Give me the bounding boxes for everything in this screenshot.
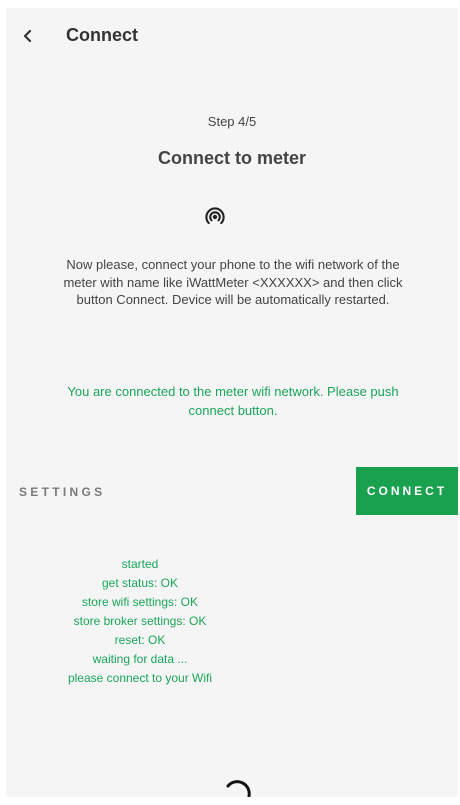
step-indicator: Step 4/5 [207,114,257,129]
log-line: started [121,557,159,571]
instructions-text: Now please, connect your phone to the wi… [63,257,403,307]
log-line: waiting for data ... [92,652,188,666]
chevron-left-icon [23,29,32,43]
page-title: Connect [66,25,138,45]
wifi-tethering-icon [205,207,225,225]
connect-button[interactable]: CONNECT [356,467,458,515]
settings-button[interactable]: SETTINGS [19,485,105,499]
step-heading: Connect to meter [157,148,307,168]
status-log: started get status: OK store wifi settin… [50,555,230,688]
log-line: reset: OK [114,633,166,647]
log-line: store broker settings: OK [73,614,207,628]
log-line: please connect to your Wifi [67,671,213,685]
back-button[interactable] [16,24,40,48]
log-line: store wifi settings: OK [81,595,199,609]
loading-spinner-icon [226,780,251,797]
connection-status-message: You are connected to the meter wifi netw… [67,384,399,418]
app-bar: Connect [6,8,458,64]
log-line: get status: OK [101,576,179,590]
connect-screen: Connect Step 4/5 Connect to meter Now pl… [6,8,458,797]
